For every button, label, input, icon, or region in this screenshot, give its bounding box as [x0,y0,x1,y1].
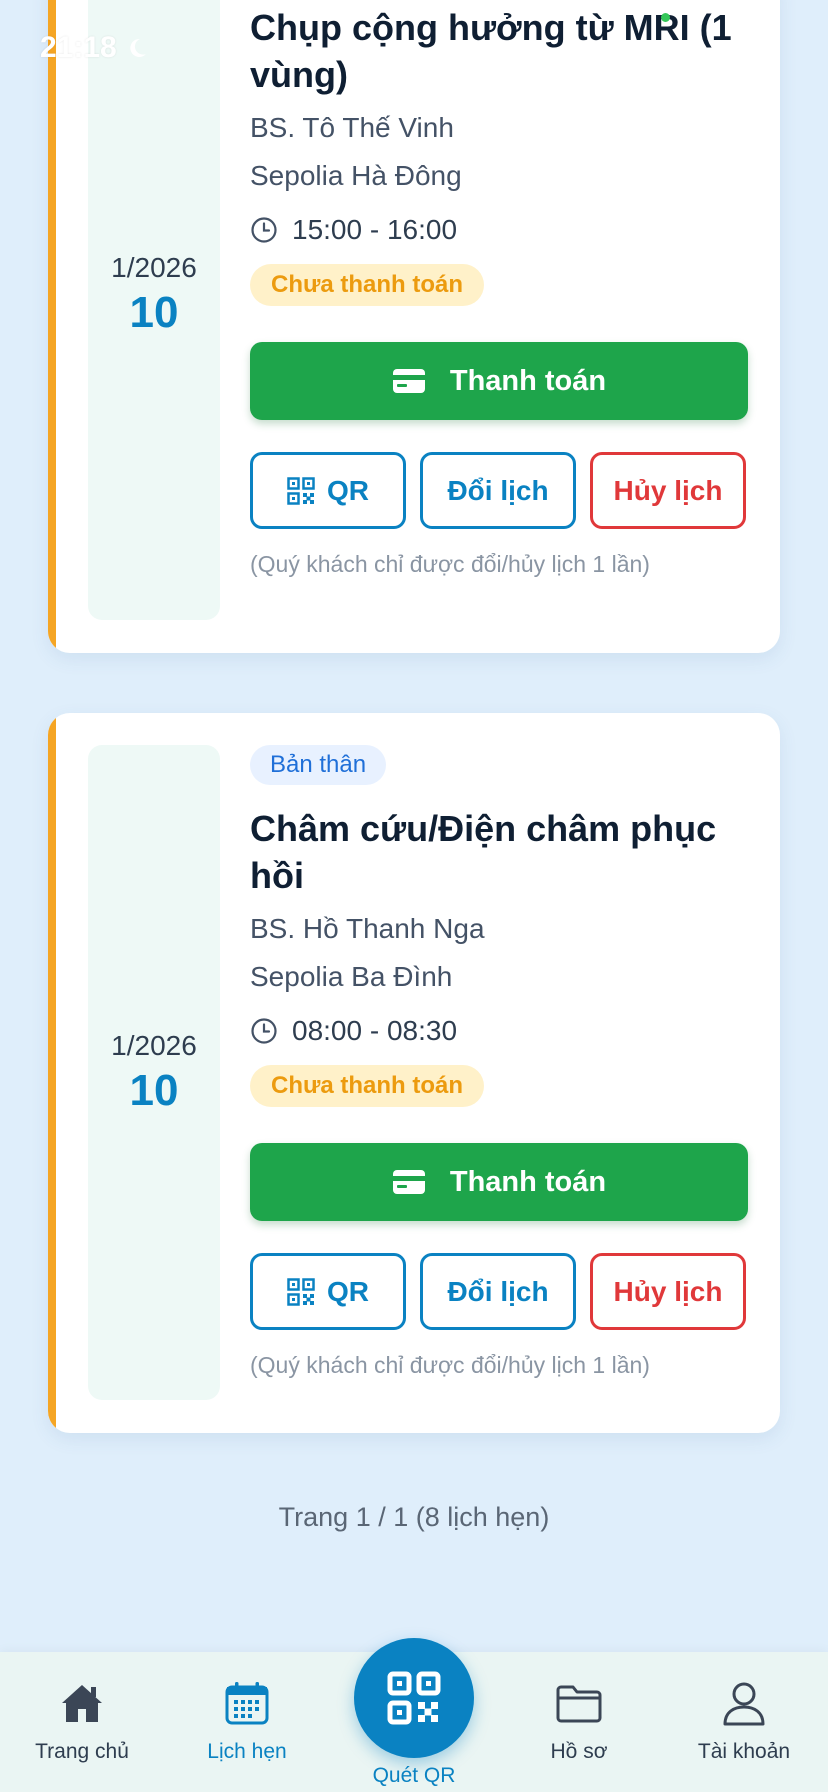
payment-status-badge: Chưa thanh toán [250,264,485,306]
clock-icon [251,217,277,243]
qr-code-icon [287,476,315,505]
date-day: 10 [129,288,179,337]
appointment-details: Chụp cộng hưởng từ MRI (1 vùng) BS. Tô T… [250,0,748,578]
folder-icon [556,1685,602,1723]
clinic-name: Sepolia Hà Đông [250,160,462,191]
scan-qr-label: Quét QR [372,1764,456,1787]
nav-item-records[interactable]: Hồ sơ [509,1678,649,1764]
time-range: 08:00 - 08:30 [292,1015,458,1046]
nav-item-account[interactable]: Tài khoản [674,1678,814,1764]
reschedule-button-label: Đổi lịch [447,1275,549,1307]
clock-icon [251,1018,277,1044]
reschedule-note: (Quý khách chỉ được đổi/hủy lịch 1 lần) [250,1352,650,1378]
pay-button[interactable]: Thanh toán [250,1143,748,1221]
appointment-details: Bản thân Châm cứu/Điện châm phục hồi BS.… [250,745,748,1379]
qr-code-icon [287,1277,315,1306]
user-icon [723,1682,765,1726]
nav-label-records: Hồ sơ [550,1740,608,1763]
reschedule-button[interactable]: Đổi lịch [420,452,576,529]
date-column: 1/2026 10 [88,745,220,1400]
qr-scan-icon [387,1671,441,1725]
action-row: QR Đổi lịch Hủy lịch [250,452,748,529]
qr-button-label: QR [327,1275,369,1307]
service-title: Châm cứu/Điện châm phục hồi [250,808,717,896]
appointment-card: 1/2026 10 Bản thân Châm cứu/Điện châm ph… [48,713,780,1433]
pay-button[interactable]: Thanh toán [250,342,748,420]
nav-label-home: Trang chủ [35,1740,129,1763]
cancel-button[interactable]: Hủy lịch [590,1253,746,1330]
reschedule-button[interactable]: Đổi lịch [420,1253,576,1330]
time-row: 15:00 - 16:00 [250,214,748,246]
reschedule-note: (Quý khách chỉ được đổi/hủy lịch 1 lần) [250,551,650,577]
cancel-button[interactable]: Hủy lịch [590,452,746,529]
reschedule-button-label: Đổi lịch [447,474,549,506]
cancel-button-label: Hủy lịch [613,1275,723,1307]
moon-icon [130,38,146,57]
home-icon [62,1685,102,1722]
nav-label-appointments: Lịch hẹn [207,1740,287,1763]
status-bar: 21:18 [40,28,149,68]
time-range: 15:00 - 16:00 [292,214,458,245]
qr-button[interactable]: QR [250,452,406,529]
cancel-button-label: Hủy lịch [613,474,723,506]
doctor-name: BS. Hồ Thanh Nga [250,913,485,944]
pay-button-label: Thanh toán [449,364,607,397]
calendar-icon [225,1682,269,1725]
clinic-name: Sepolia Ba Đình [250,961,453,992]
doctor-name: BS. Tô Thế Vinh [250,112,454,143]
pay-button-label: Thanh toán [449,1165,607,1198]
nav-item-appointments[interactable]: Lịch hẹn [177,1678,317,1764]
time-row: 08:00 - 08:30 [250,1015,748,1047]
credit-card-icon [392,1170,425,1194]
qr-button[interactable]: QR [250,1253,406,1330]
scan-qr-button[interactable] [354,1638,474,1758]
action-row: QR Đổi lịch Hủy lịch [250,1253,748,1330]
date-day: 10 [129,1065,179,1115]
service-title: Chụp cộng hưởng từ MRI (1 vùng) [250,7,732,95]
date-month: 1/2026 [111,1029,197,1061]
patient-tag: Bản thân [250,745,387,785]
qr-button-label: QR [327,474,369,506]
date-month: 1/2026 [111,252,197,283]
payment-status-badge: Chưa thanh toán [250,1065,485,1107]
pagination-info: Trang 1 / 1 (8 lịch hẹn) [278,1502,550,1532]
nav-item-home[interactable]: Trang chủ [12,1678,152,1764]
privacy-indicator-dot [661,13,670,22]
status-time: 21:18 [40,31,117,64]
appointment-card: 1/2026 10 Chụp cộng hưởng từ MRI (1 vùng… [48,0,780,653]
credit-card-icon [392,369,425,393]
date-column: 1/2026 10 [88,0,220,620]
nav-label-account: Tài khoản [697,1740,791,1763]
